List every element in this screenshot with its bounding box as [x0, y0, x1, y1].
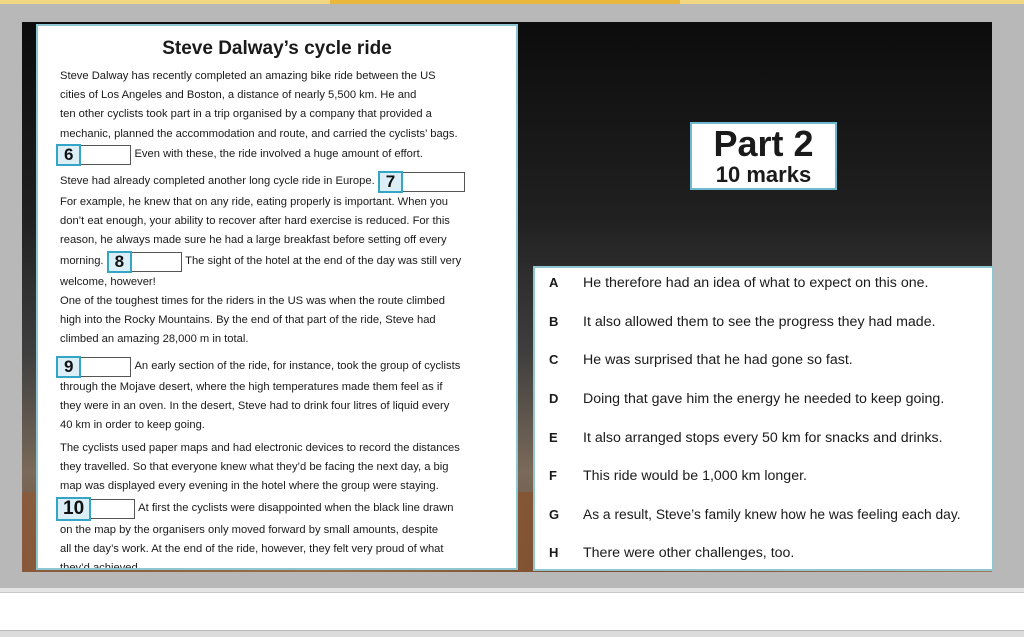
text-line: reason, he always made sure he had a lar…	[60, 234, 447, 247]
text-line: One of the toughest times for the riders…	[60, 295, 445, 307]
text-line: Steve had already completed another long…	[60, 171, 512, 193]
text-line: Steve Dalway has recently completed an a…	[60, 70, 436, 82]
option-b[interactable]: B It also allowed them to see the progres…	[535, 311, 992, 333]
text-line: For example, he knew that on any ride, e…	[60, 196, 449, 208]
answer-box[interactable]	[91, 498, 136, 519]
gap-8[interactable]: 8	[106, 250, 183, 273]
text-line: 9 An early section of the ride, for insta…	[56, 356, 512, 378]
notes-area[interactable]	[0, 592, 1024, 630]
text-line: they were in an oven. In the desert, Ste…	[60, 400, 450, 413]
option-a[interactable]: A He therefore had an idea of what to exp…	[535, 272, 992, 294]
text-fragment: morning.	[60, 254, 104, 267]
option-f[interactable]: F This ride would be 1,000 km longer.	[535, 465, 992, 487]
gap-number: 8	[106, 250, 133, 273]
text-fragment: At first the cyclists were disappointed …	[138, 501, 454, 514]
text-line: The cyclists used paper maps and had ele…	[60, 442, 460, 454]
option-text: Doing that gave him the energy he needed…	[583, 391, 945, 407]
answer-box[interactable]	[132, 251, 183, 272]
text-line: they travelled. So that everyone knew wh…	[60, 461, 449, 474]
option-text: This ride would be 1,000 km longer.	[583, 468, 807, 484]
text-line: morning. 8 The sight of the hotel at the …	[60, 250, 512, 273]
text-line: mechanic, planned the accommodation and …	[60, 127, 458, 140]
option-text: It also allowed them to see the progress…	[583, 314, 936, 330]
gap-number: 9	[56, 356, 82, 378]
text-line: 10 At first the cyclists were disappointe…	[56, 496, 512, 521]
passage-paragraph-2: Steve had already completed another long…	[60, 171, 512, 292]
option-text: It also arranged stops every 50 km for s…	[583, 430, 943, 446]
text-line: 6 Even with these, the ride involved a hu…	[56, 143, 512, 166]
passage-panel: Steve Dalway’s cycle ride Steve Dalway h…	[36, 24, 518, 570]
option-text: He was surprised that he had gone so fas…	[583, 352, 853, 368]
text-line: they’d achieved.	[60, 562, 141, 570]
part-title: Part 2	[713, 123, 814, 164]
text-line: on the map by the organisers only moved …	[60, 523, 439, 536]
text-line: high into the Rocky Mountains. By the en…	[60, 314, 436, 327]
text-fragment: The sight of the hotel at the end of the…	[185, 254, 462, 267]
option-h[interactable]: H There were other challenges, too.	[535, 542, 992, 564]
options-panel: A He therefore had an idea of what to exp…	[533, 266, 994, 571]
status-bar	[0, 630, 1024, 637]
view-buttons	[818, 632, 926, 637]
text-line: don’t eat enough, your ability to recove…	[60, 215, 450, 228]
text-fragment: Even with these, the ride involved a hug…	[134, 147, 423, 160]
text-line: map was displayed every evening in the h…	[60, 480, 439, 493]
answer-box[interactable]	[81, 144, 132, 165]
gap-10[interactable]: 10	[56, 496, 136, 521]
passage-paragraph-4: 9 An early section of the ride, for insta…	[56, 356, 512, 436]
text-fragment: Steve had already completed another long…	[60, 175, 375, 187]
option-letter: H	[549, 545, 559, 560]
gap-number: 10	[56, 496, 92, 521]
text-line: cities of Los Angeles and Boston, a dist…	[60, 89, 417, 102]
passage-paragraph-3: One of the toughest times for the riders…	[60, 292, 512, 350]
option-letter: B	[549, 314, 559, 329]
text-line: welcome, however!	[60, 275, 156, 288]
passage-title: Steve Dalway’s cycle ride	[162, 38, 392, 59]
option-c[interactable]: C He was surprised that he had gone so fa…	[535, 349, 992, 371]
option-letter: F	[549, 468, 557, 483]
gap-number: 6	[56, 143, 82, 166]
gap-6[interactable]: 6	[56, 143, 132, 166]
option-text: There were other challenges, too.	[583, 545, 795, 561]
gap-7[interactable]: 7	[377, 171, 466, 193]
option-letter: D	[549, 391, 559, 406]
text-line: 40 km in order to keep going.	[60, 419, 205, 432]
passage-paragraph-1: Steve Dalway has recently completed an a…	[56, 67, 512, 166]
answer-box[interactable]	[403, 172, 466, 192]
part-marks: 10 marks	[715, 162, 812, 187]
option-letter: A	[549, 275, 559, 290]
option-letter: G	[549, 507, 560, 522]
text-line: through the Mojave desert, where the hig…	[60, 381, 443, 393]
text-line: climbed an amazing 28,000 m in total.	[60, 333, 249, 346]
part-heading-box: Part 2 10 marks	[690, 122, 837, 190]
option-text: As a result, Steve’s family knew how he …	[583, 507, 961, 522]
gap-9[interactable]: 9	[56, 356, 132, 378]
option-letter: E	[549, 430, 558, 445]
option-g[interactable]: G As a result, Steve’s family knew how he…	[535, 504, 992, 526]
text-fragment: An early section of the ride, for instan…	[134, 360, 461, 372]
gap-number: 7	[377, 171, 404, 193]
option-e[interactable]: E It also arranged stops every 50 km for …	[535, 427, 992, 449]
passage-paragraph-5: The cyclists used paper maps and had ele…	[56, 439, 512, 570]
option-letter: C	[549, 352, 559, 367]
text-line: ten other cyclists took part in a trip o…	[60, 108, 432, 121]
option-text: He therefore had an idea of what to expe…	[583, 275, 929, 291]
text-line: all the day’s work. At the end of the ri…	[60, 542, 444, 555]
answer-box[interactable]	[81, 357, 132, 377]
option-d[interactable]: D Doing that gave him the energy he neede…	[535, 388, 992, 410]
